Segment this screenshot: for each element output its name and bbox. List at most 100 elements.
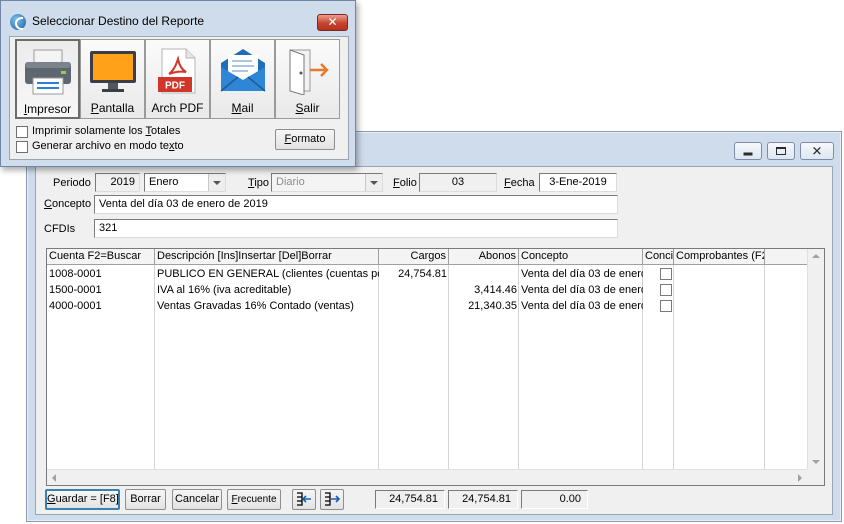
cuenta-cell[interactable]: 1500-0001 (47, 282, 155, 298)
cancelar-button[interactable]: Cancelar (172, 489, 222, 510)
concepto-value: Venta del día 03 de enero de 2019 (99, 198, 268, 210)
cargos-cell[interactable] (379, 282, 449, 298)
close-icon: ✕ (327, 15, 338, 29)
mail-icon (220, 49, 265, 92)
fecha-label: Fecha (504, 177, 535, 189)
col-concil[interactable]: Concil (643, 249, 674, 265)
cuenta-cell[interactable]: 1008-0001 (47, 266, 155, 282)
printer-icon (24, 49, 71, 95)
mail-button[interactable]: Mail (210, 39, 275, 119)
chevron-down-icon[interactable] (208, 174, 225, 191)
formato-button[interactable]: Formato (275, 129, 335, 150)
mail-label: Mail (231, 101, 254, 115)
grid-header: Cuenta F2=Buscar Descripción [Ins]Insert… (47, 249, 807, 265)
app-icon (10, 14, 26, 30)
modo-texto-label[interactable]: Generar archivo en modo texto (32, 140, 184, 152)
abonos-cell[interactable] (449, 266, 519, 282)
monitor-icon (89, 51, 136, 92)
descripcion-cell[interactable]: IVA al 16% (iva acreditable) (155, 282, 379, 298)
close-button[interactable]: ✕ (800, 142, 834, 160)
year-field[interactable]: 2019 (95, 173, 140, 192)
insert-row-button[interactable] (292, 489, 316, 510)
table-row[interactable]: 1500-0001 IVA al 16% (iva acreditable) 3… (47, 282, 807, 298)
cargos-cell[interactable]: 24,754.81 (379, 266, 449, 282)
insert-row-icon (297, 492, 311, 506)
cargos-cell[interactable] (379, 298, 449, 314)
col-comprobantes[interactable]: Comprobantes (F2 (674, 249, 765, 265)
close-icon: ✕ (811, 143, 823, 159)
concil-checkbox[interactable] (660, 300, 672, 312)
maximize-icon (776, 147, 786, 155)
concepto-field[interactable]: Venta del día 03 de enero de 2019 (94, 195, 618, 214)
scroll-up-icon[interactable] (812, 254, 820, 258)
poliza-grid[interactable]: Cuenta F2=Buscar Descripción [Ins]Insert… (46, 248, 825, 486)
cfdis-field[interactable]: 321 (94, 219, 618, 238)
scroll-right-icon[interactable] (798, 474, 802, 482)
total-cargos: 24,754.81 (375, 490, 445, 509)
scroll-down-icon[interactable] (812, 460, 820, 464)
dialog-body: Impresor Pantalla PDF Arch PDF Mail Sali… (9, 36, 349, 160)
month-value: Enero (149, 176, 179, 188)
dialog-close-button[interactable]: ✕ (317, 14, 348, 31)
col-cuenta[interactable]: Cuenta F2=Buscar (47, 249, 155, 265)
col-empty (765, 249, 807, 265)
tipo-select: Diario (271, 173, 383, 192)
concepto-cell[interactable]: Venta del día 03 de enero (519, 282, 643, 298)
fecha-field[interactable]: 3-Ene-2019 (539, 173, 617, 192)
descripcion-cell[interactable]: Ventas Gravadas 16% Contado (ventas) (155, 298, 379, 314)
abonos-cell[interactable]: 21,340.35 (449, 298, 519, 314)
tipo-label: Tipo (248, 177, 269, 189)
col-concepto[interactable]: Concepto (519, 249, 643, 265)
cuenta-cell[interactable]: 4000-0001 (47, 298, 155, 314)
report-destination-dialog: Seleccionar Destino del Reporte ✕ Impres… (0, 0, 356, 167)
borrar-button[interactable]: Borrar (125, 489, 166, 510)
dialog-title-bar[interactable]: Seleccionar Destino del Reporte ✕ (1, 1, 355, 35)
arch-pdf-button[interactable]: PDF Arch PDF (145, 39, 210, 119)
chevron-down-icon (365, 174, 382, 191)
concil-checkbox[interactable] (660, 268, 672, 280)
horizontal-scrollbar[interactable] (47, 469, 807, 485)
year-value: 2019 (110, 176, 135, 188)
folio-field[interactable]: 03 (419, 173, 497, 192)
totales-label[interactable]: Imprimir solamente los Totales (32, 125, 180, 137)
poliza-window: ✕ Periodo 2019 Enero Tipo Diario Folio 0… (26, 131, 842, 522)
folio-label: Folio (393, 177, 417, 189)
concepto-label: Concepto (44, 198, 92, 210)
delete-row-button[interactable] (320, 489, 344, 510)
abonos-cell[interactable]: 3,414.46 (449, 282, 519, 298)
total-abonos: 24,754.81 (448, 490, 518, 509)
table-row[interactable]: 1008-0001 PUBLICO EN GENERAL (clientes (… (47, 266, 807, 282)
table-row[interactable]: 4000-0001 Ventas Gravadas 16% Contado (v… (47, 298, 807, 314)
descripcion-cell[interactable]: PUBLICO EN GENERAL (clientes (cuentas po… (155, 266, 379, 282)
diferencia: 0.00 (521, 490, 588, 509)
col-cargos[interactable]: Cargos (379, 249, 449, 265)
concepto-cell[interactable]: Venta del día 03 de enero (519, 298, 643, 314)
minimize-button[interactable] (734, 142, 762, 160)
concil-checkbox[interactable] (660, 284, 672, 296)
fecha-value: 3-Ene-2019 (549, 176, 607, 188)
col-abonos[interactable]: Abonos (449, 249, 519, 265)
month-select[interactable]: Enero (144, 173, 226, 192)
guardar-button[interactable]: Guardar = [F8] (45, 489, 120, 510)
dialog-title: Seleccionar Destino del Reporte (32, 14, 205, 28)
exit-icon (289, 49, 329, 95)
arch-pdf-label: Arch PDF (151, 101, 204, 115)
modo-texto-checkbox[interactable] (16, 141, 28, 153)
pdf-icon: PDF (157, 48, 195, 94)
impresor-label: Impresor (23, 102, 72, 116)
pantalla-button[interactable]: Pantalla (80, 39, 145, 119)
maximize-button[interactable] (767, 142, 795, 160)
tipo-value: Diario (276, 176, 305, 188)
col-descripcion[interactable]: Descripción [Ins]Insertar [Del]Borrar (155, 249, 379, 265)
svg-text:PDF: PDF (165, 81, 185, 92)
totales-checkbox[interactable] (16, 126, 28, 138)
poliza-form: Periodo 2019 Enero Tipo Diario Folio 03 … (35, 166, 833, 515)
concepto-cell[interactable]: Venta del día 03 de enero (519, 266, 643, 282)
vertical-scrollbar[interactable] (807, 249, 824, 469)
salir-label: Salir (295, 101, 320, 115)
salir-button[interactable]: Salir (275, 39, 340, 119)
frecuente-button[interactable]: Frecuente (227, 489, 281, 510)
impresor-button[interactable]: Impresor (15, 39, 80, 119)
minimize-icon (743, 152, 753, 156)
scroll-left-icon[interactable] (52, 474, 56, 482)
